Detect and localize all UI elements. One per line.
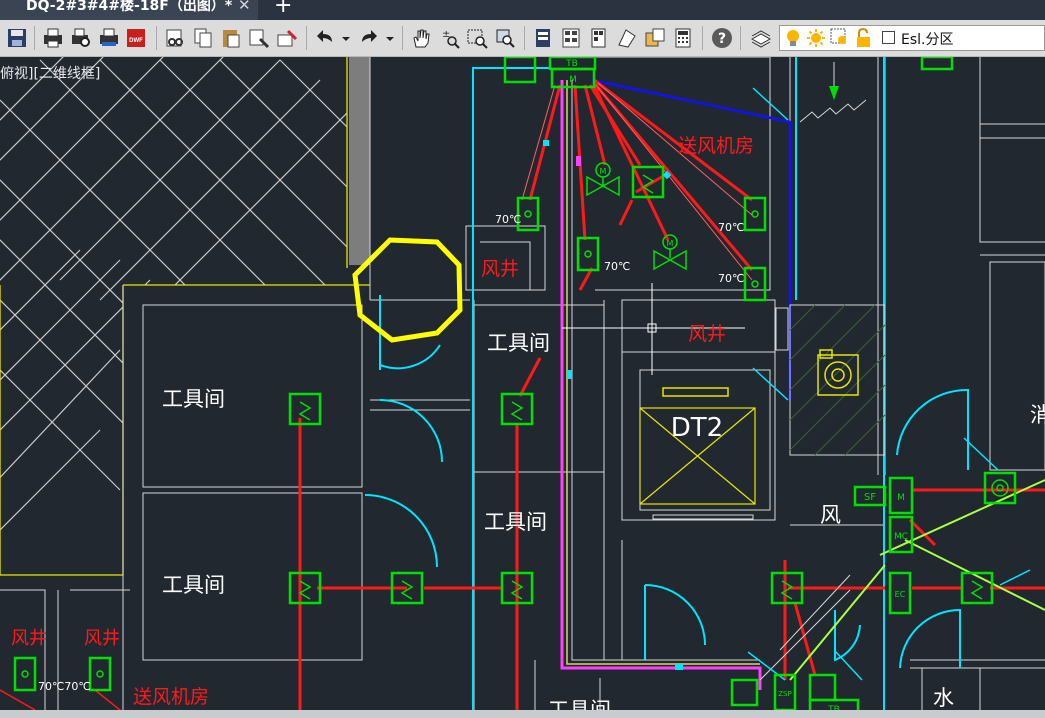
layer-on-icon[interactable] <box>784 28 802 52</box>
undo-dropdown-icon[interactable] <box>340 27 352 49</box>
toolbar-separator <box>702 26 703 50</box>
revision-cloud <box>352 237 463 343</box>
zoom-realtime-icon[interactable]: ± <box>438 27 460 49</box>
tag-tb-top: TB <box>565 59 578 69</box>
save-icon[interactable] <box>6 27 28 49</box>
viewport-controls-label[interactable]: 俯视][二维线框] <box>0 63 100 83</box>
plot-icon[interactable] <box>98 27 120 49</box>
document-tab[interactable]: DQ-2#3#4#楼-18F（出图）* ✕ <box>0 0 258 20</box>
layer-thaw-icon[interactable] <box>806 28 826 52</box>
wall-lines <box>0 57 1045 718</box>
valve-m2-label: M <box>667 239 674 248</box>
magenta-markers <box>576 156 581 166</box>
tool-room-label-3: 工具间 <box>487 331 550 355</box>
device-inner-glyphs <box>21 174 1009 678</box>
redo-dropdown-icon[interactable] <box>384 27 396 49</box>
temp-label-2: 70℃ <box>604 260 630 273</box>
shaft-label-1: 风井 <box>481 258 519 280</box>
shaft-hatch <box>789 304 886 456</box>
tag-ec: EC <box>895 590 906 599</box>
tab-title: DQ-2#3#4#楼-18F（出图）* <box>26 0 233 14</box>
temp-label-5: 70℃70℃ <box>38 680 91 693</box>
tag-zs: ZSP <box>778 690 791 698</box>
toolbar-separator <box>306 26 307 50</box>
layer-properties-icon[interactable] <box>750 27 772 49</box>
cyan-markers <box>543 140 683 670</box>
toolbar-separator <box>34 26 35 50</box>
grey-column <box>349 57 370 265</box>
tool-room-label-1: 工具间 <box>162 387 225 411</box>
print-icon[interactable] <box>42 27 64 49</box>
document-tab-bar: DQ-2#3#4#楼-18F（出图）* ✕ + <box>0 0 1045 20</box>
valve-m1-label: M <box>600 167 607 176</box>
toolbar-separator <box>524 26 525 50</box>
elevator-symbol <box>639 387 756 520</box>
dwf-export-icon[interactable]: DWF <box>126 27 148 49</box>
paste-icon[interactable] <box>220 27 242 49</box>
wall-outline-yellow <box>0 57 370 576</box>
fire-label-partial: 消 <box>1030 403 1045 427</box>
toolbar-separator <box>402 26 403 50</box>
fan-room-top-label: 送风机房 <box>678 135 754 157</box>
temp-label-1: 70℃ <box>495 213 521 226</box>
zoom-window-icon[interactable] <box>466 27 488 49</box>
shaft-label-left-1: 风井 <box>11 628 47 649</box>
cut-icon[interactable] <box>164 27 186 49</box>
current-layer-name: Esl.分区 <box>901 32 954 48</box>
temp-label-3: 70℃ <box>718 221 744 234</box>
fan-room-bottom-label: 送风机房 <box>133 686 209 708</box>
toolbar-separator <box>740 26 741 50</box>
cad-drawing[interactable]: DT2 M M TB M M MC SF EC ZSP 送风机房 送风机房 风井… <box>0 57 1045 718</box>
sheet-set-icon[interactable] <box>616 27 638 49</box>
main-trunk-pipes <box>560 80 762 690</box>
tag-mc: MC <box>894 532 908 542</box>
dwf-label: DWF <box>129 38 143 44</box>
undo-icon[interactable] <box>314 27 336 49</box>
tag-sf: SF <box>864 492 876 503</box>
brush-icon[interactable] <box>276 27 298 49</box>
design-center-icon[interactable] <box>560 27 582 49</box>
tag-m-top: M <box>569 75 577 85</box>
svg-text:?: ? <box>718 31 726 47</box>
tool-room-label-2: 工具间 <box>162 573 225 597</box>
pan-icon[interactable] <box>410 27 432 49</box>
stair-arrow-head <box>829 86 839 100</box>
tag-m-right: M <box>897 493 905 503</box>
shaft-label-left-2: 风井 <box>84 628 120 649</box>
cyan-diagonal-pipes <box>759 574 851 681</box>
status-bar-edge <box>0 710 1045 718</box>
temp-label-4: 70℃ <box>718 272 744 285</box>
wind-label: 风 <box>820 503 841 527</box>
close-icon[interactable]: ✕ <box>238 0 251 13</box>
elevator-label: DT2 <box>671 413 723 443</box>
match-properties-icon[interactable] <box>248 27 270 49</box>
print-preview-icon[interactable] <box>70 27 92 49</box>
drawing-canvas[interactable]: DT2 M M TB M M MC SF EC ZSP 送风机房 送风机房 风井… <box>0 57 1045 718</box>
markup-icon[interactable] <box>644 27 666 49</box>
help-icon[interactable]: ? <box>711 27 733 49</box>
damper-symbol <box>775 307 789 351</box>
properties-icon[interactable] <box>532 27 554 49</box>
water-label: 水 <box>933 686 954 710</box>
layer-dropdown[interactable]: Esl.分区 <box>779 25 1045 51</box>
copy-icon[interactable] <box>192 27 214 49</box>
unlock-icon[interactable] <box>854 27 874 52</box>
tool-room-label-4: 工具间 <box>484 510 547 534</box>
viewport-freeze-icon[interactable] <box>830 28 850 52</box>
new-tab-icon[interactable]: + <box>274 0 292 17</box>
redo-icon[interactable] <box>358 27 380 49</box>
zoom-previous-icon[interactable] <box>494 27 516 49</box>
layer-color-checkbox[interactable] <box>882 31 895 44</box>
quick-access-toolbar: DWF ± ? Esl.分区 <box>0 20 1045 57</box>
toolbar-separator <box>156 26 157 50</box>
calculator-icon[interactable] <box>672 27 694 49</box>
shaft-label-2: 风井 <box>688 323 726 345</box>
tool-palettes-icon[interactable] <box>588 27 610 49</box>
